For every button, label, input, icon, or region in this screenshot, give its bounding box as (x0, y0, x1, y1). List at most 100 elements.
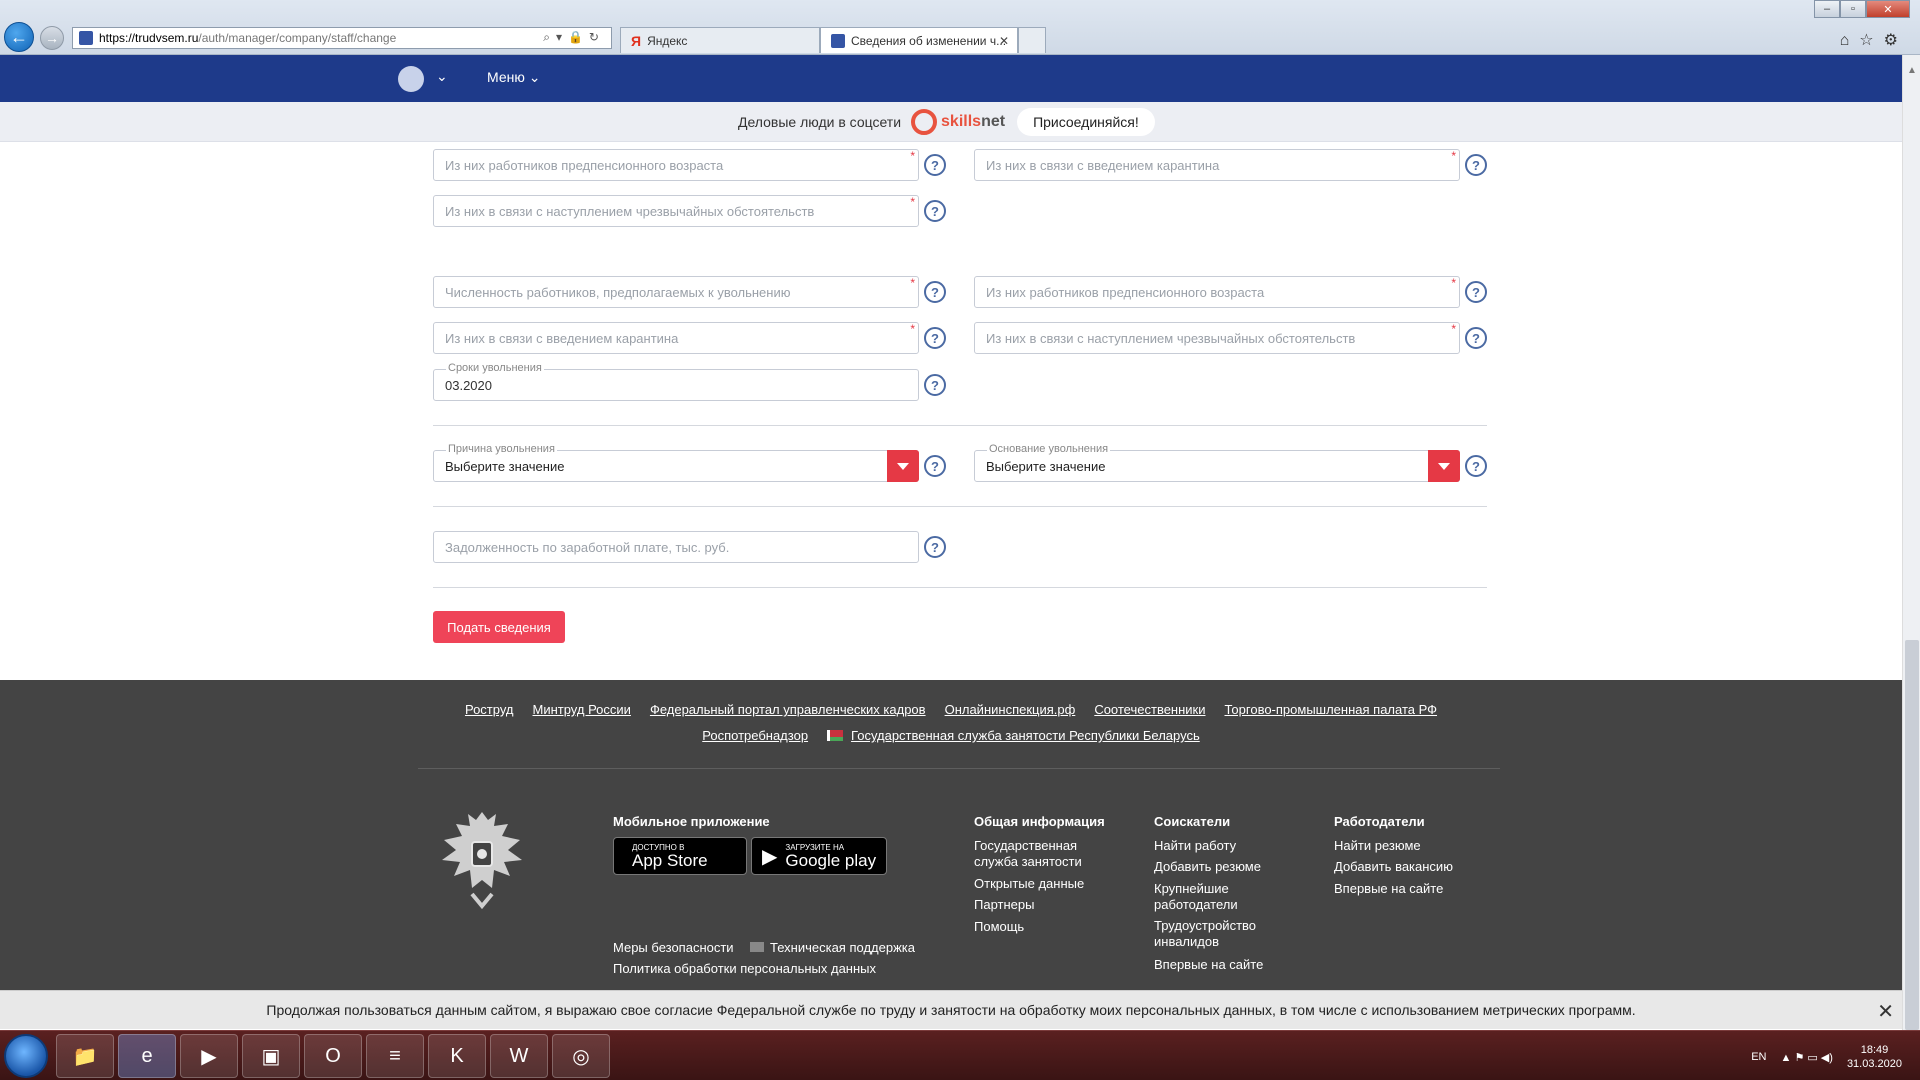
divider (433, 506, 1487, 507)
terminal-app-icon[interactable]: ▣ (242, 1034, 300, 1078)
footer-column-link[interactable]: Добавить резюме (1154, 859, 1261, 875)
footer-link[interactable]: Федеральный портал управленческих кадров (650, 702, 926, 717)
column-title: Работодатели (1334, 814, 1425, 829)
footer-column-link[interactable]: Впервые на сайте (1334, 881, 1443, 897)
start-button[interactable] (4, 1034, 48, 1078)
basis-select[interactable]: Основание увольнения Выберите значение (974, 443, 1460, 482)
footer-links-row2: Роспотребнадзор Государственная служба з… (0, 728, 1902, 743)
url-path: /auth/manager/company/staff/change (198, 31, 397, 45)
security-link[interactable]: Меры безопасности (613, 940, 734, 956)
close-tab-icon[interactable]: ✕ (999, 34, 1009, 48)
menu-button[interactable]: Меню ⌄ (487, 69, 540, 86)
footer-link[interactable]: Торгово-промышленная палата РФ (1225, 702, 1438, 717)
address-bar[interactable]: https://trudvsem.ru /auth/manager/compan… (72, 27, 612, 49)
dismiss-date-field[interactable]: Сроки увольнения 03.2020 (433, 362, 919, 401)
quarantine-field-2[interactable]: Из них в связи с введением карантина (433, 322, 919, 354)
pre-pension-field-1[interactable]: Из них работников предпенсионного возрас… (433, 149, 919, 181)
join-button[interactable]: Присоединяйся! (1017, 108, 1155, 136)
outlook-icon[interactable]: O (304, 1034, 362, 1078)
explorer-icon[interactable]: 📁 (56, 1034, 114, 1078)
footer-link[interactable]: Соотечественники (1094, 702, 1205, 717)
footer-column-link[interactable]: Помощь (974, 919, 1024, 935)
help-icon[interactable]: ? (1465, 327, 1487, 349)
emergency-field-1[interactable]: Из них в связи с наступлением чрезвычайн… (433, 195, 919, 227)
divider (433, 587, 1487, 588)
help-icon[interactable]: ? (1465, 154, 1487, 176)
site-favicon-icon (79, 31, 93, 45)
submit-button[interactable]: Подать сведения (433, 611, 565, 643)
url-host: https://trudvsem.ru (99, 31, 199, 45)
tab-yandex[interactable]: Я Яндекс (620, 27, 820, 53)
pre-pension-field-2[interactable]: Из них работников предпенсионного возрас… (974, 276, 1460, 308)
scroll-thumb[interactable] (1905, 640, 1919, 1030)
footer-column-link[interactable]: Найти работу (1154, 838, 1236, 854)
help-icon[interactable]: ? (1465, 455, 1487, 477)
clock[interactable]: 18:49 31.03.2020 (1847, 1043, 1902, 1071)
scroll-up-icon[interactable]: ▲ (1907, 65, 1917, 76)
footer-link[interactable]: Минтруд России (533, 702, 631, 717)
dropdown-caret-icon[interactable] (1428, 450, 1460, 482)
word-icon[interactable]: W (490, 1034, 548, 1078)
site-header: ⌄ Меню ⌄ (0, 55, 1902, 102)
forward-button[interactable]: → (40, 26, 64, 50)
maximize-button[interactable]: ▫ (1840, 0, 1866, 18)
quarantine-field-1[interactable]: Из них в связи с введением карантина (974, 149, 1460, 181)
reason-select[interactable]: Причина увольнения Выберите значение (433, 443, 919, 482)
tab-active[interactable]: Сведения об изменении ч... ✕ (820, 27, 1018, 53)
help-icon[interactable]: ? (924, 281, 946, 303)
footer-link[interactable]: Государственная служба занятости Республ… (851, 728, 1200, 743)
appstore-badge[interactable]: Доступно в App Store (613, 837, 747, 875)
brand-part1: skills (941, 113, 982, 130)
help-icon[interactable]: ? (924, 154, 946, 176)
help-icon[interactable]: ? (924, 374, 946, 396)
reason-label: Причина увольнения (446, 443, 557, 455)
footer-column-link[interactable]: Государственная служба занятости (974, 838, 1094, 870)
privacy-link[interactable]: Политика обработки персональных данных (613, 961, 876, 977)
dismiss-count-field[interactable]: Численность работников, предполагаемых к… (433, 276, 919, 308)
minimize-button[interactable]: – (1814, 0, 1840, 18)
close-icon[interactable]: ✕ (1877, 999, 1894, 1024)
address-actions-icon[interactable]: ⌕▾🔒↻ (543, 30, 605, 45)
tray-icons[interactable]: ▲ ⚑ ▭ ◀) (1781, 1051, 1833, 1064)
footer-column-link[interactable]: Открытые данные (974, 876, 1084, 892)
footer-column-link[interactable]: Добавить вакансию (1334, 859, 1453, 875)
ie-browser-icon[interactable]: e (118, 1034, 176, 1078)
app-orange-icon[interactable]: ◎ (552, 1034, 610, 1078)
help-icon[interactable]: ? (924, 455, 946, 477)
help-icon[interactable]: ? (924, 200, 946, 222)
footer-column-link[interactable]: Найти резюме (1334, 838, 1421, 854)
footer-column-link[interactable]: Впервые на сайте (1154, 957, 1263, 973)
help-icon[interactable]: ? (1465, 281, 1487, 303)
footer-column-link[interactable]: Трудоустройство инвалидов (1154, 918, 1274, 950)
basis-label: Основание увольнения (987, 443, 1111, 455)
wage-debt-field[interactable]: Задолженность по заработной плате, тыс. … (433, 531, 919, 563)
back-button[interactable]: ← (4, 22, 34, 52)
window-close-button[interactable]: ✕ (1866, 0, 1910, 18)
menu-label: Меню (487, 69, 525, 85)
footer: Роструд Минтруд России Федеральный порта… (0, 680, 1902, 990)
support-link[interactable]: Техническая поддержка (750, 940, 915, 956)
footer-link[interactable]: Онлайнинспекция.рф (945, 702, 1076, 717)
yandex-icon: Я (631, 32, 642, 49)
dropdown-caret-icon[interactable] (887, 450, 919, 482)
footer-link[interactable]: Роструд (465, 702, 514, 717)
media-player-icon[interactable]: ▶ (180, 1034, 238, 1078)
database-icon[interactable]: ≡ (366, 1034, 424, 1078)
chevron-down-icon[interactable]: ⌄ (436, 68, 448, 85)
emblem-icon[interactable] (398, 66, 424, 92)
skillsnet-logo[interactable]: skillsnet (911, 109, 1005, 135)
emergency-field-2[interactable]: Из них в связи с наступлением чрезвычайн… (974, 322, 1460, 354)
taskbar: 📁 e ▶ ▣ O ≡ K W ◎ EN ▲ ⚑ ▭ ◀) 18:49 31.0… (0, 1030, 1920, 1080)
language-indicator[interactable]: EN (1751, 1051, 1766, 1063)
page-scrollbar[interactable]: ▲ (1902, 55, 1920, 1030)
footer-link[interactable]: Роспотребнадзор (702, 728, 808, 743)
new-tab-button[interactable] (1018, 27, 1046, 53)
googleplay-badge[interactable]: ▶ Загрузите на Google play (751, 837, 887, 875)
app-k-icon[interactable]: K (428, 1034, 486, 1078)
help-icon[interactable]: ? (924, 327, 946, 349)
browser-right-icons[interactable]: ⌂☆⚙ (1840, 30, 1908, 50)
help-icon[interactable]: ? (924, 536, 946, 558)
footer-column-link[interactable]: Партнеры (974, 897, 1034, 913)
tab-label: Сведения об изменении ч... (851, 33, 1007, 48)
footer-column-link[interactable]: Крупнейшие работодатели (1154, 881, 1264, 913)
